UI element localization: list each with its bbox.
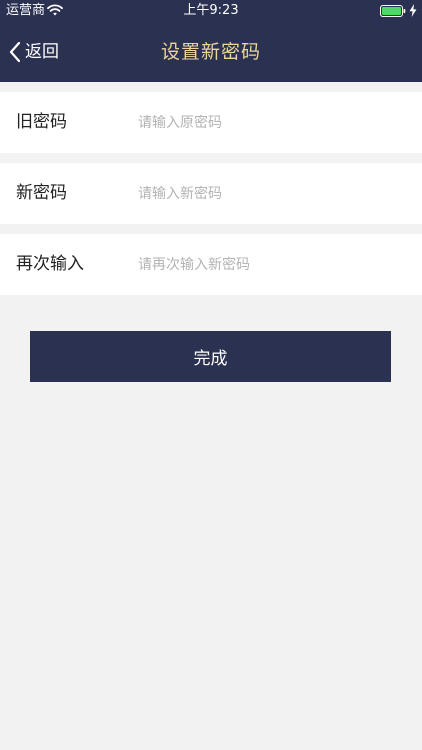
new-password-label: 新密码 [16,183,67,203]
charging-bolt-icon [409,4,417,17]
confirm-password-label: 再次输入 [16,254,84,274]
status-bar: 运营商 上午9:23 [0,0,422,22]
old-password-input[interactable] [138,105,408,140]
page-title: 设置新密码 [160,41,261,63]
done-button[interactable]: 完成 [30,331,391,382]
old-password-label: 旧密码 [16,112,67,132]
new-password-input[interactable] [138,176,408,211]
top-bar: 运营商 上午9:23 返回 设置新密码 [0,0,422,82]
battery-icon [380,5,406,17]
old-password-row: 旧密码 [0,92,422,153]
status-time: 上午9:23 [183,3,239,18]
navigation-bar: 返回 设置新密码 [0,22,422,82]
new-password-row: 新密码 [0,163,422,224]
confirm-password-row: 再次输入 [0,234,422,295]
confirm-password-input[interactable] [138,247,408,282]
